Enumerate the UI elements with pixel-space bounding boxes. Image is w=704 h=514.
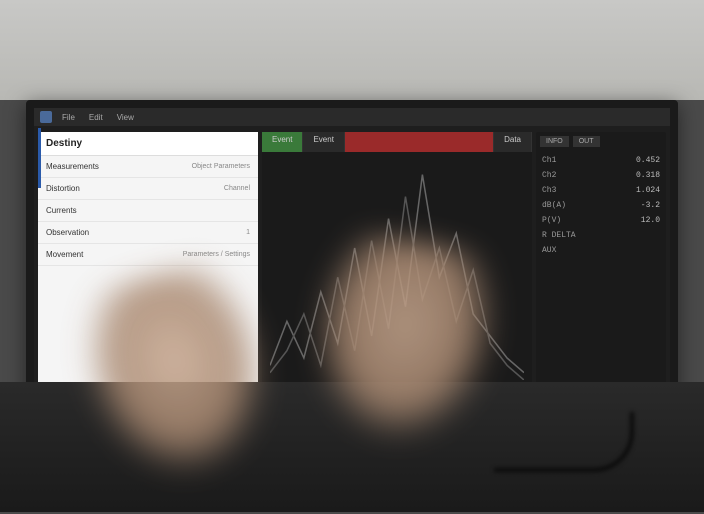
section-label: Measurements [46,162,99,171]
tab-2[interactable] [345,132,494,152]
taskbar-item-1[interactable]: Edit [85,111,107,124]
rp-row-0: Ch1 0.452 [540,153,662,168]
section-label: Distortion [46,184,80,193]
rp-key: R DELTA [542,231,576,240]
section-value: Object Parameters [192,163,250,170]
tab-0[interactable]: Event [262,132,303,152]
rp-row-6: AUX [540,243,662,258]
taskbar: File Edit View [34,108,670,126]
rp-tab-1[interactable]: OUT [573,136,600,147]
section-label: Currents [46,206,77,215]
rp-row-5: R DELTA [540,228,662,243]
room-wall [0,0,704,100]
rp-val: -3.2 [641,201,660,210]
panel-header: Destiny [38,132,258,156]
tab-3[interactable]: Data [494,132,532,152]
rp-val: 12.0 [641,216,660,225]
section-2[interactable]: Currents [38,200,258,222]
right-panel-tabs: INFO OUT [540,136,662,147]
rp-key: Ch1 [542,156,556,165]
panel-title: Destiny [46,138,82,149]
start-icon[interactable] [40,111,52,123]
rp-key: Ch3 [542,186,556,195]
rp-tab-0[interactable]: INFO [540,136,569,147]
right-panel: INFO OUT Ch1 0.452 Ch2 0.318 Ch3 1.024 dB(A… [536,132,666,388]
rp-val: 0.318 [636,171,660,180]
section-value: Channel [224,185,250,192]
rp-row-2: Ch3 1.024 [540,183,662,198]
section-1[interactable]: Distortion Channel [38,178,258,200]
taskbar-item-0[interactable]: File [58,111,79,124]
section-0[interactable]: Measurements Object Parameters [38,156,258,178]
rp-key: AUX [542,246,556,255]
rp-key: Ch2 [542,171,556,180]
cable [494,412,634,472]
section-label: Observation [46,228,89,237]
section-value: 1 [246,229,250,236]
accent-strip [38,128,41,188]
tab-1[interactable]: Event [303,132,344,152]
section-label: Movement [46,250,83,259]
section-3[interactable]: Observation 1 [38,222,258,244]
rp-row-4: P(V) 12.0 [540,213,662,228]
rp-key: dB(A) [542,201,566,210]
rp-row-1: Ch2 0.318 [540,168,662,183]
hand-right [281,225,539,500]
rp-row-3: dB(A) -3.2 [540,198,662,213]
taskbar-item-2[interactable]: View [113,111,138,124]
rp-key: P(V) [542,216,561,225]
rp-val: 1.024 [636,186,660,195]
rp-val: 0.452 [636,156,660,165]
tab-bar: Event Event Data [262,132,532,152]
